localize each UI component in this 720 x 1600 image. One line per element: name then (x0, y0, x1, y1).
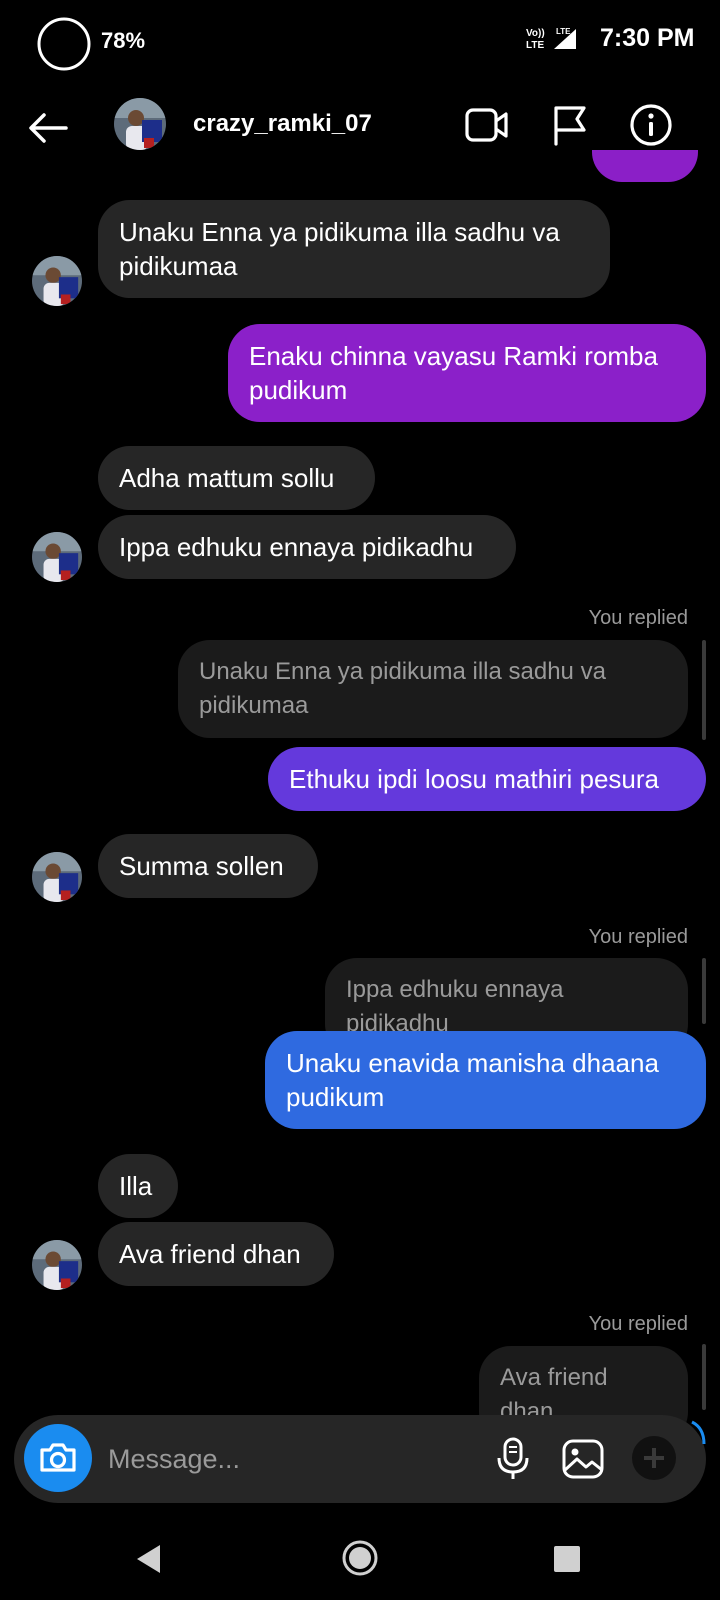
svg-text:Vo)): Vo)) (526, 28, 545, 39)
header-avatar[interactable] (114, 98, 166, 150)
message-incoming[interactable]: Unaku Enna ya pidikuma illa sadhu va pid… (98, 200, 610, 298)
message-incoming[interactable]: Summa sollen (98, 834, 318, 898)
nav-back-icon[interactable] (134, 1542, 164, 1576)
message-incoming[interactable]: Ava friend dhan (98, 1222, 334, 1286)
gallery-icon[interactable] (560, 1436, 606, 1482)
reply-quote[interactable]: Unaku Enna ya pidikuma illa sadhu va pid… (178, 640, 688, 738)
battery-percent: 78% (101, 28, 146, 53)
info-icon[interactable] (628, 102, 674, 148)
message-text: Ethuku ipdi loosu mathiri pesura (289, 764, 659, 794)
sender-avatar[interactable] (32, 256, 82, 306)
reply-indicator-bar (702, 1344, 706, 1410)
message-text: Summa sollen (119, 851, 284, 881)
message-incoming[interactable]: Adha mattum sollu (98, 446, 375, 510)
sender-avatar[interactable] (32, 1240, 82, 1290)
message-input[interactable] (106, 1430, 470, 1488)
message-text: Illa (119, 1171, 153, 1201)
message-text: Enaku chinna vayasu Ramki romba pudikum (249, 341, 658, 405)
microphone-icon[interactable] (490, 1436, 536, 1482)
sender-avatar[interactable] (32, 532, 82, 582)
message-text: Unaku enavida manisha dhaana pudikum (286, 1048, 659, 1112)
replied-label: You replied (588, 1313, 688, 1335)
reply-indicator-bar (702, 640, 706, 740)
nav-home-icon[interactable] (340, 1538, 380, 1578)
camera-icon (40, 1443, 76, 1472)
battery-ring-icon (37, 17, 91, 71)
chat-username[interactable]: crazy_ramki_07 (193, 110, 372, 138)
flag-icon[interactable] (546, 102, 592, 148)
svg-text:LTE: LTE (526, 40, 544, 51)
video-call-icon[interactable] (464, 102, 510, 148)
message-outgoing[interactable]: Ethuku ipdi loosu mathiri pesura (268, 747, 706, 811)
plus-icon (644, 1448, 664, 1468)
svg-text:LTE: LTE (556, 27, 571, 36)
message-outgoing[interactable]: Unaku enavida manisha dhaana pudikum (265, 1031, 706, 1129)
replied-label: You replied (588, 607, 688, 629)
message-incoming[interactable]: Ippa edhuku ennaya pidikadhu (98, 515, 516, 579)
previous-message-bubble (592, 150, 698, 182)
quote-text: Unaku Enna ya pidikuma illa sadhu va pid… (199, 658, 606, 719)
back-arrow-icon[interactable] (26, 110, 70, 146)
reply-indicator-bar (702, 958, 706, 1024)
signal-icon: Vo)) LTE LTE (526, 27, 576, 51)
message-text: Adha mattum sollu (119, 463, 335, 493)
system-nav-bar (0, 1520, 720, 1600)
more-options-button[interactable] (632, 1436, 676, 1480)
message-incoming[interactable]: Illa (98, 1154, 178, 1218)
replied-label: You replied (588, 926, 688, 948)
message-text: Ava friend dhan (119, 1239, 301, 1269)
sender-avatar[interactable] (32, 852, 82, 902)
quote-text: Ippa edhuku ennaya pidikadhu (346, 976, 564, 1037)
message-text: Ippa edhuku ennaya pidikadhu (119, 532, 474, 562)
message-text: Unaku Enna ya pidikuma illa sadhu va pid… (119, 217, 560, 281)
nav-recents-icon[interactable] (552, 1544, 582, 1574)
send-indicator (691, 1420, 706, 1445)
camera-button[interactable] (24, 1424, 92, 1492)
clock: 7:30 PM (600, 24, 695, 52)
status-bar: 78% Vo)) LTE LTE 7:30 PM (0, 0, 720, 82)
message-outgoing[interactable]: Enaku chinna vayasu Ramki romba pudikum (228, 324, 706, 422)
